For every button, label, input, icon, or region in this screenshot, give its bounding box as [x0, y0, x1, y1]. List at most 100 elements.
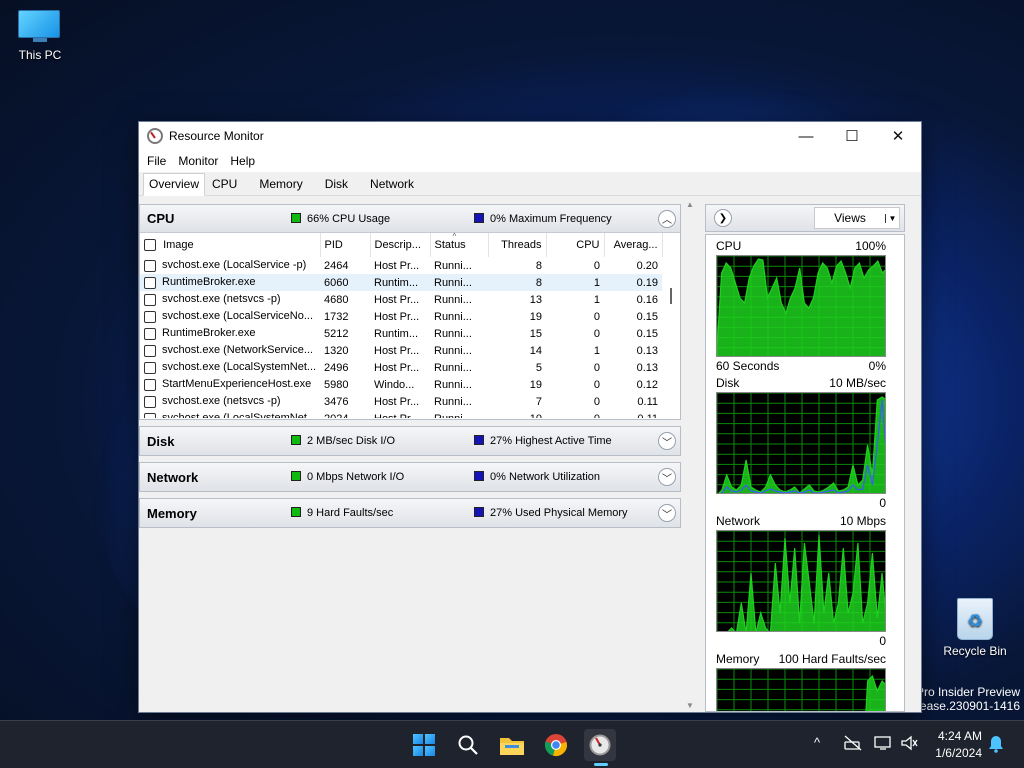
- network-graph-title: Network: [716, 514, 761, 528]
- network-graph: [716, 530, 886, 632]
- table-scrollbar[interactable]: [663, 233, 680, 418]
- recycle-bin-icon[interactable]: ♻ Recycle Bin: [935, 598, 1015, 658]
- process-threads: 7: [535, 395, 542, 408]
- scrollbar-thumb[interactable]: [670, 288, 672, 304]
- process-description: Host Pr...: [374, 344, 420, 357]
- build-watermark: Pro Insider Preview elease.230901-1416: [911, 685, 1020, 713]
- title-bar[interactable]: Resource Monitor — ☐ ✕: [139, 122, 921, 150]
- pane-scrollbar[interactable]: ▲ ▼: [684, 196, 696, 712]
- blue-legend-icon: [474, 212, 484, 223]
- menu-monitor[interactable]: Monitor: [172, 154, 224, 168]
- process-checkbox[interactable]: [144, 259, 156, 272]
- display-icon[interactable]: [874, 735, 892, 754]
- menu-file[interactable]: File: [141, 154, 172, 168]
- expand-chevron-icon[interactable]: ﹀: [658, 432, 676, 450]
- resource-monitor-taskbar-button[interactable]: [584, 729, 616, 761]
- process-checkbox[interactable]: [144, 412, 156, 418]
- process-status: Runni...: [434, 259, 472, 272]
- network-section-header[interactable]: Network 0 Mbps Network I/O 0% Network Ut…: [140, 463, 680, 491]
- process-description: Runtim...: [374, 327, 419, 340]
- process-image: svchost.exe (netsvcs -p): [140, 291, 320, 308]
- table-row[interactable]: svchost.exe (netsvcs -p) 3476 Host Pr... Ru…: [140, 393, 662, 410]
- table-row[interactable]: svchost.exe (LocalServiceNo... 1732 Host P…: [140, 308, 662, 325]
- column-status[interactable]: ^ Status: [430, 233, 489, 257]
- process-checkbox[interactable]: [144, 310, 156, 323]
- tab-cpu[interactable]: CPU: [207, 174, 242, 195]
- table-row[interactable]: StartMenuExperienceHost.exe 5980 Windo... R…: [140, 376, 662, 393]
- expand-chevron-icon[interactable]: ﹀: [658, 468, 676, 486]
- column-description[interactable]: Descrip...: [370, 233, 431, 257]
- tab-overview[interactable]: Overview: [143, 173, 206, 196]
- process-average: 0.13: [636, 344, 658, 357]
- process-checkbox[interactable]: [144, 276, 156, 289]
- process-status: Runni...: [430, 410, 488, 419]
- process-checkbox[interactable]: [144, 361, 156, 374]
- green-legend-icon: [291, 212, 301, 223]
- disk-section-header[interactable]: Disk 2 MB/sec Disk I/O 27% Highest Activ…: [140, 427, 680, 455]
- taskbar: ^ 4:24 AM 1/6/2024: [0, 720, 1024, 768]
- cpu-section-header[interactable]: CPU 66% CPU Usage 0% Maximum Frequency ︿: [140, 205, 680, 233]
- table-row[interactable]: svchost.exe (NetworkService... 1320 Host P…: [140, 342, 662, 359]
- notification-bell-icon[interactable]: [988, 735, 1004, 756]
- resource-monitor-app-icon: [147, 128, 163, 144]
- table-row[interactable]: svchost.exe (LocalService -p) 2464 Host Pr…: [140, 257, 662, 274]
- start-button[interactable]: [408, 729, 440, 761]
- menu-help[interactable]: Help: [224, 154, 261, 168]
- table-row[interactable]: svchost.exe (LocalSystemNet... 2496 Host P…: [140, 359, 662, 376]
- process-cpu: 1: [593, 344, 600, 357]
- collapse-chevron-icon[interactable]: ︿: [658, 209, 676, 228]
- process-checkbox[interactable]: [144, 378, 156, 391]
- graphs-area: CPU 100% 60 Seconds 0% Disk 10 MB/sec 0: [705, 234, 905, 712]
- tab-disk[interactable]: Disk: [320, 174, 353, 195]
- this-pc-icon[interactable]: This PC: [0, 10, 80, 62]
- system-clock[interactable]: 4:24 AM 1/6/2024: [935, 728, 982, 762]
- tab-memory[interactable]: Memory: [254, 174, 307, 195]
- table-row[interactable]: RuntimeBroker.exe 5212 Runtim... Runni... 15…: [140, 325, 662, 342]
- process-pid: 6060: [320, 274, 370, 291]
- select-all-checkbox[interactable]: [144, 239, 156, 252]
- file-explorer-button[interactable]: [496, 729, 528, 761]
- process-average: 0.12: [636, 378, 658, 391]
- table-row[interactable]: RuntimeBroker.exe 6060 Runtim... Runni... 8 1…: [140, 274, 662, 291]
- network-icon[interactable]: [844, 735, 862, 754]
- process-average: 0.19: [604, 274, 662, 291]
- close-button[interactable]: ✕: [875, 122, 921, 150]
- volume-muted-icon[interactable]: [900, 735, 918, 754]
- scroll-up-arrow-icon[interactable]: ▲: [684, 200, 696, 209]
- table-row[interactable]: svchost.exe (LocalSystemNet...2024Host P…: [140, 410, 662, 418]
- process-average: 0.15: [636, 327, 658, 340]
- chrome-button[interactable]: [540, 729, 572, 761]
- column-average[interactable]: Averag...: [604, 233, 663, 257]
- dropdown-arrow-icon: ▼: [885, 213, 899, 223]
- expand-chevron-icon[interactable]: ﹀: [658, 504, 676, 522]
- column-pid[interactable]: PID: [320, 233, 371, 257]
- hard-faults-metric: 9 Hard Faults/sec: [291, 507, 474, 519]
- column-cpu[interactable]: CPU: [546, 233, 605, 257]
- process-cpu: 0: [593, 395, 600, 408]
- process-cpu: 0: [593, 259, 600, 272]
- disk-section-title: Disk: [147, 433, 175, 449]
- process-checkbox[interactable]: [144, 293, 156, 306]
- tray-overflow-icon[interactable]: ^: [814, 735, 820, 750]
- disk-section: Disk 2 MB/sec Disk I/O 27% Highest Activ…: [139, 426, 681, 456]
- network-io-metric: 0 Mbps Network I/O: [291, 471, 474, 483]
- process-average: 0.20: [636, 259, 658, 272]
- network-graph-min: 0: [879, 634, 886, 648]
- search-button[interactable]: [452, 729, 484, 761]
- process-checkbox[interactable]: [144, 344, 156, 357]
- column-threads[interactable]: Threads: [488, 233, 547, 257]
- memory-section-header[interactable]: Memory 9 Hard Faults/sec 27% Used Physic…: [140, 499, 680, 527]
- views-dropdown[interactable]: Views ▼: [814, 207, 900, 229]
- minimize-button[interactable]: —: [783, 122, 829, 150]
- maximize-button[interactable]: ☐: [829, 122, 875, 150]
- expand-arrow-icon[interactable]: ❯: [714, 209, 732, 227]
- table-row[interactable]: svchost.exe (netsvcs -p) 4680 Host Pr... Ru…: [140, 291, 662, 308]
- cpu-graph-min: 0%: [868, 359, 886, 373]
- scroll-down-arrow-icon[interactable]: ▼: [684, 701, 696, 710]
- graphs-pane: ❯ Views ▼ CPU 100% 60 Seconds 0% Disk 10…: [705, 204, 905, 712]
- column-image[interactable]: Image: [140, 233, 321, 257]
- this-pc-label: This PC: [18, 48, 62, 62]
- process-checkbox[interactable]: [144, 327, 156, 340]
- process-checkbox[interactable]: [144, 395, 156, 408]
- tab-network[interactable]: Network: [365, 174, 419, 195]
